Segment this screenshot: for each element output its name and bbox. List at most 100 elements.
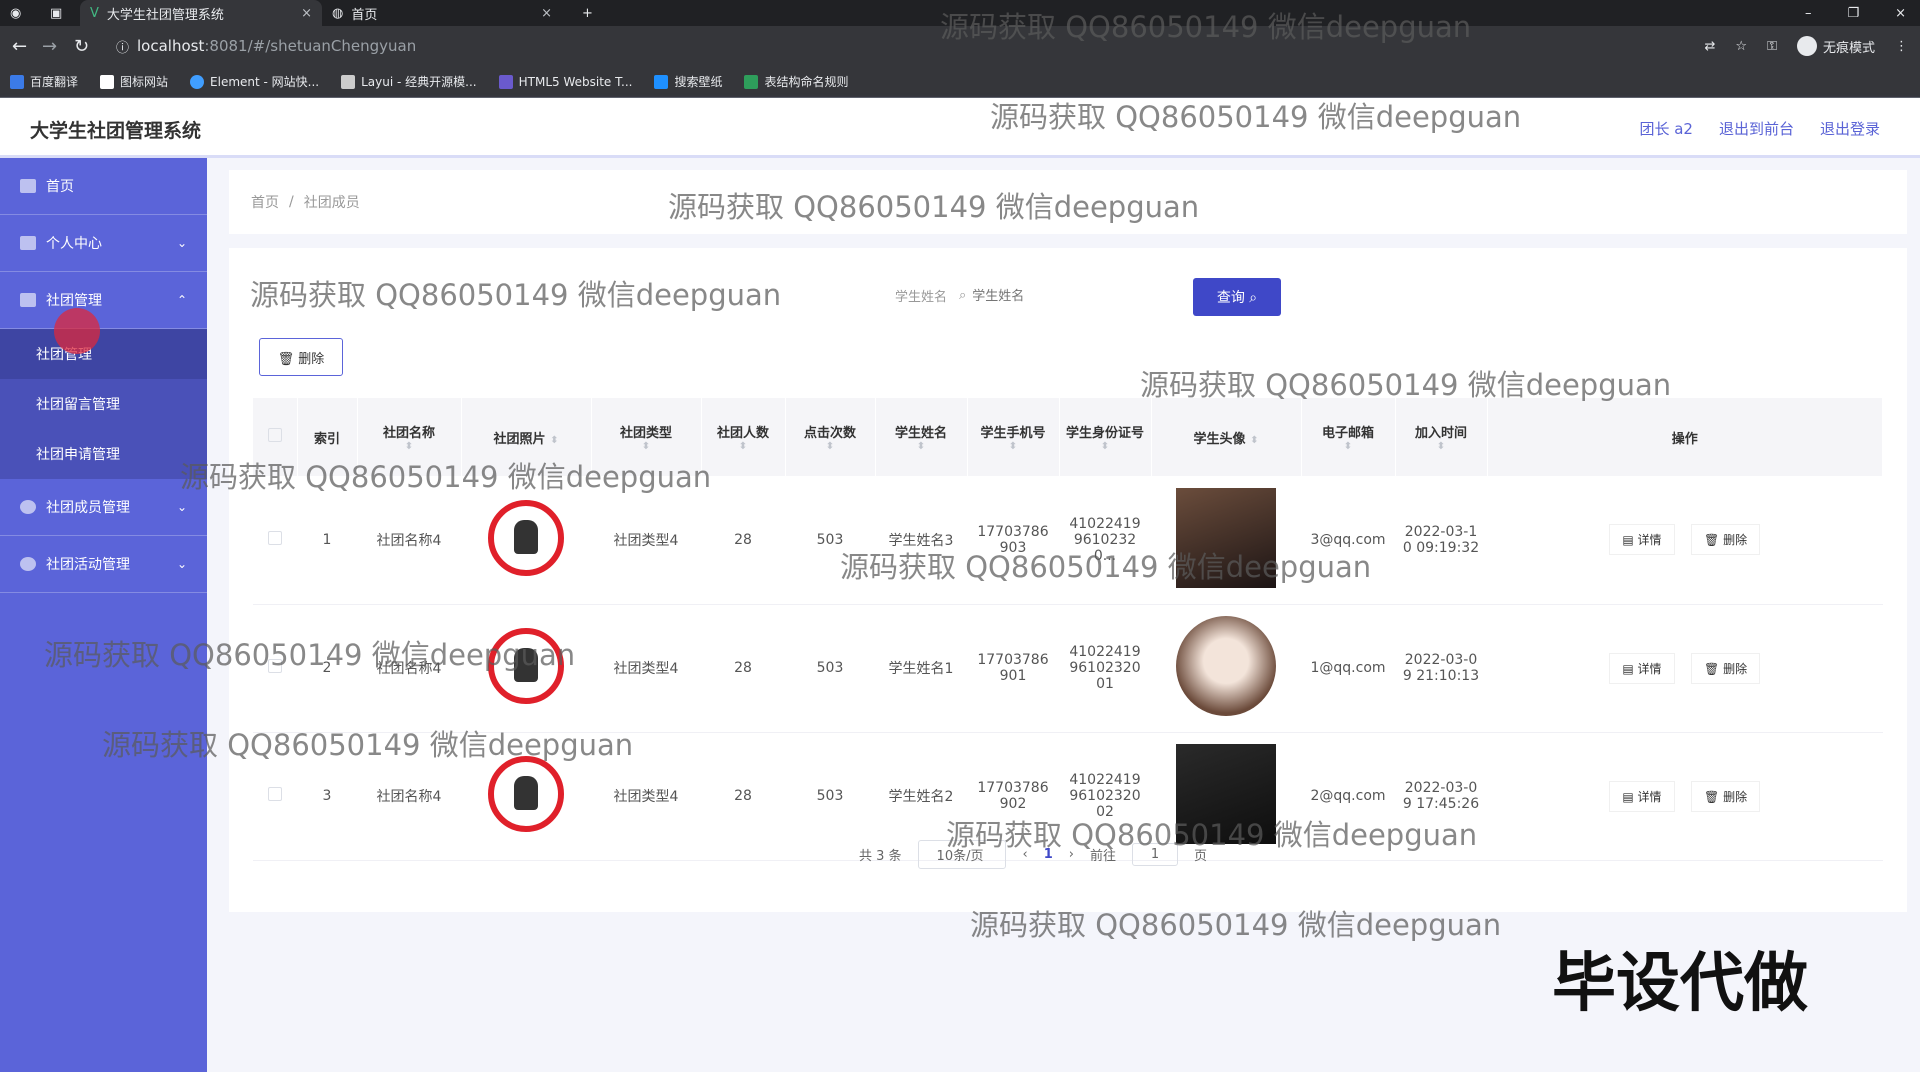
back-to-front-link[interactable]: 退出到前台 — [1719, 118, 1794, 139]
delete-button[interactable]: 🗑 删除 — [1691, 780, 1761, 812]
col-join-time[interactable]: 加入时间 ⬍ — [1395, 398, 1488, 476]
sort-icon[interactable]: ⬍ — [1250, 435, 1258, 446]
close-icon[interactable]: × — [301, 6, 312, 21]
sidebar-item-members[interactable]: 社团成员管理 ⌄ — [0, 479, 207, 536]
col-phone[interactable]: 学生手机号 ⬍ — [967, 398, 1060, 476]
bookmark-label: 图标网站 — [120, 75, 169, 89]
bookmarks-bar: 百度翻译 图标网站 Element - 网站快... Layui - 经典开源模… — [0, 66, 1920, 98]
sort-icon[interactable]: ⬍ — [968, 441, 1059, 452]
col-avatar[interactable]: 学生头像 ⬍ — [1151, 398, 1302, 476]
incognito-icon — [1796, 36, 1817, 56]
watermark-text: 源码获取 QQ86050149 微信deepguan — [990, 100, 1522, 134]
pinned-tab-icon[interactable]: ▣ — [40, 0, 74, 26]
col-student-name[interactable]: 学生姓名 ⬍ — [875, 398, 968, 476]
student-name-input[interactable] — [972, 278, 1133, 312]
col-email[interactable]: 电子邮箱 ⬍ — [1301, 398, 1396, 476]
sidebar-subitem-club-messages[interactable]: 社团留言管理 — [0, 379, 207, 429]
sidebar-subitem-club[interactable]: 社团管理 — [0, 329, 207, 379]
bookmark-label: Layui - 经典开源模... — [361, 75, 477, 89]
incognito-badge[interactable]: 无痕模式 — [1796, 36, 1875, 56]
trash-icon: 🗑 — [1704, 533, 1724, 548]
watermark-text: 源码获取 QQ86050149 微信deepguan — [250, 278, 782, 312]
members-icon — [20, 500, 36, 514]
col-label: 学生姓名 — [894, 426, 947, 441]
chevron-down-icon: ⌄ — [176, 557, 187, 571]
detail-button[interactable]: ▤ 详情 — [1609, 652, 1675, 684]
browser-menu-icon[interactable]: ◉ — [0, 0, 34, 26]
tab-home[interactable]: ◍ 首页 × — [322, 0, 562, 26]
delete-label: 删除 — [1723, 533, 1748, 548]
student-name-label: 学生姓名 — [895, 289, 948, 305]
bookmark-icon — [10, 74, 24, 89]
sidebar-item-label: 首页 — [46, 179, 74, 195]
bookmark-item[interactable]: Element - 网站快... — [190, 73, 319, 90]
watermark-text: 源码获取 QQ86050149 微信deepguan — [840, 550, 1372, 584]
user-role-link[interactable]: 团长 a2 — [1639, 118, 1693, 139]
toolbar-actions: ⇄ ☆ ⚿ 无痕模式 ⋮ — [1705, 26, 1908, 66]
col-label: 社团名称 — [382, 426, 435, 441]
sort-icon[interactable]: ⬍ — [1302, 441, 1395, 452]
delete-button[interactable]: 🗑 删除 — [1691, 524, 1761, 556]
window-close-button[interactable]: × — [1895, 6, 1906, 21]
sort-icon[interactable]: ⬍ — [702, 441, 785, 452]
tab-admin[interactable]: V 大学生社团管理系统 × — [80, 0, 322, 26]
sort-icon[interactable]: ⬍ — [1060, 441, 1151, 452]
key-icon[interactable]: ⚿ — [1767, 39, 1777, 54]
translate-icon[interactable]: ⇄ — [1705, 39, 1716, 54]
col-idcard[interactable]: 学生身份证号 ⬍ — [1059, 398, 1152, 476]
bookmark-item[interactable]: 搜索壁纸 — [654, 73, 722, 90]
watermark-text: 源码获取 QQ86050149 微信deepguan — [102, 728, 634, 762]
bookmark-item[interactable]: Layui - 经典开源模... — [341, 73, 477, 90]
bookmark-item[interactable]: 图标网站 — [100, 73, 168, 90]
col-clicks[interactable]: 点击次数 ⬍ — [785, 398, 876, 476]
col-member-count[interactable]: 社团人数 ⬍ — [701, 398, 786, 476]
sort-icon[interactable]: ⬍ — [358, 441, 461, 452]
cell-member-count: 28 — [701, 604, 785, 733]
bookmark-icon — [744, 74, 759, 89]
cell-member-count: 28 — [701, 732, 785, 861]
watermark-text: 源码获取 QQ86050149 微信deepguan — [1140, 368, 1672, 402]
bookmark-item[interactable]: 百度翻译 — [10, 73, 78, 90]
logout-link[interactable]: 退出登录 — [1820, 118, 1880, 139]
sort-icon[interactable]: ⬍ — [876, 441, 967, 452]
new-tab-button[interactable]: + — [572, 0, 602, 26]
col-label: 社团照片 — [493, 431, 546, 447]
bookmark-item[interactable]: 表结构命名规则 — [744, 73, 848, 90]
col-label: 点击次数 — [803, 426, 856, 441]
detail-button[interactable]: ▤ 详情 — [1609, 524, 1675, 556]
bookmark-label: 百度翻译 — [30, 75, 79, 89]
minimize-button[interactable]: – — [1805, 6, 1812, 21]
document-icon: ▤ — [1622, 533, 1638, 548]
more-icon[interactable]: ⋮ — [1895, 39, 1908, 54]
sort-icon[interactable]: ⬍ — [550, 435, 558, 446]
star-icon[interactable]: ☆ — [1735, 39, 1747, 54]
sort-icon[interactable]: ⬍ — [1396, 441, 1487, 452]
forward-icon[interactable]: → — [42, 26, 57, 66]
bookmark-item[interactable]: HTML5 Website T... — [498, 74, 632, 89]
cell-email: 1@qq.com — [1301, 604, 1395, 733]
breadcrumb-home[interactable]: 首页 — [251, 192, 279, 212]
bookmark-label: Element - 网站快... — [210, 75, 320, 89]
cell-phone: 17703786901 — [967, 604, 1059, 733]
sidebar-item-home[interactable]: 首页 — [0, 158, 207, 215]
close-icon[interactable]: × — [541, 6, 552, 21]
sort-icon[interactable]: ⬍ — [592, 441, 701, 452]
bookmark-icon — [100, 74, 115, 89]
sidebar-item-club[interactable]: 社团管理 ⌃ — [0, 272, 207, 329]
promo-text: 毕设代做 — [1552, 947, 1808, 1021]
watermark-text: 源码获取 QQ86050149 微信deepguan — [970, 908, 1502, 942]
detail-button[interactable]: ▤ 详情 — [1609, 780, 1675, 812]
sort-icon[interactable]: ⬍ — [786, 441, 875, 452]
reload-icon[interactable]: ↻ — [74, 26, 89, 66]
mouse-cursor — [54, 308, 100, 354]
club-icon — [20, 293, 36, 307]
sidebar-item-activities[interactable]: 社团活动管理 ⌄ — [0, 536, 207, 593]
delete-button[interactable]: 🗑 删除 — [1691, 652, 1761, 684]
sidebar-item-profile[interactable]: 个人中心 ⌄ — [0, 215, 207, 272]
query-button[interactable]: 查询 ⌕ — [1193, 278, 1281, 316]
watermark-text: 源码获取 QQ86050149 微信deepguan — [946, 818, 1478, 852]
back-icon[interactable]: ← — [12, 26, 27, 66]
restore-button[interactable]: ❐ — [1847, 6, 1859, 21]
batch-delete-button[interactable]: 🗑 删除 — [259, 338, 343, 376]
sidebar-subitem-club-applications[interactable]: 社团申请管理 — [0, 429, 207, 479]
